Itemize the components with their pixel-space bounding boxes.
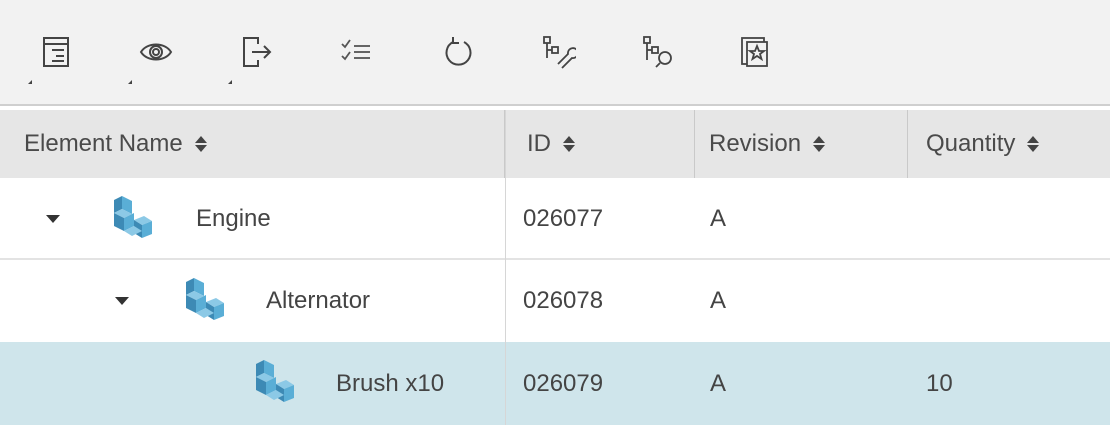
eye-icon <box>139 43 173 61</box>
element-name: Engine <box>196 205 271 232</box>
bookmark-button[interactable] <box>732 28 780 76</box>
column-header-label: Quantity <box>926 130 1016 157</box>
element-id: 026078 <box>523 287 604 314</box>
element-id: 026079 <box>523 369 604 397</box>
table-row[interactable]: Alternator 026078 A <box>0 260 1110 342</box>
sort-icon <box>563 136 575 152</box>
structure-tools-icon <box>543 36 576 69</box>
part-icon <box>256 360 294 402</box>
column-header-label: Revision <box>709 130 802 157</box>
expand-caret-icon[interactable] <box>46 215 60 223</box>
dropdown-corner-icon <box>228 80 232 84</box>
export-icon <box>243 37 272 67</box>
column-header-revision[interactable]: Revision <box>695 110 908 178</box>
column-header-label: Element Name <box>24 130 183 157</box>
element-revision: A <box>710 369 727 397</box>
column-divider <box>505 110 506 425</box>
export-button[interactable] <box>228 28 280 84</box>
structure-tools-button[interactable] <box>534 28 582 76</box>
tree-structure-icon <box>43 37 69 67</box>
sort-icon <box>194 136 207 152</box>
undo-icon <box>445 37 472 66</box>
part-icon <box>186 278 224 320</box>
column-header-element-name[interactable]: Element Name <box>0 110 505 178</box>
element-quantity: 10 <box>926 369 953 397</box>
sort-icon <box>813 136 826 152</box>
structure-search-button[interactable] <box>634 28 682 76</box>
dropdown-corner-icon <box>28 80 32 84</box>
column-header-quantity[interactable]: Quantity <box>908 110 1110 178</box>
element-name: Alternator <box>266 287 371 314</box>
visibility-button[interactable] <box>128 28 180 84</box>
undo-button[interactable] <box>434 28 482 76</box>
element-name: Brush x10 <box>336 369 445 397</box>
checklist-icon <box>341 39 370 61</box>
dropdown-corner-icon <box>128 80 132 84</box>
table-header: Element Name ID Revision Quantity <box>0 110 1110 178</box>
element-revision: A <box>710 205 727 232</box>
tree-structure-button[interactable] <box>28 28 80 84</box>
table-row[interactable]: Engine 026077 A <box>0 178 1110 260</box>
table-row[interactable]: Brush x10 026079 A 10 <box>0 342 1110 425</box>
bookmark-star-icon <box>741 37 768 67</box>
structure-search-icon <box>643 36 672 68</box>
part-icon <box>114 196 152 238</box>
toolbar <box>0 0 1110 106</box>
sort-icon <box>1027 136 1040 152</box>
column-header-label: ID <box>527 130 551 157</box>
element-revision: A <box>710 287 727 314</box>
expand-caret-icon[interactable] <box>115 297 129 305</box>
column-header-id[interactable]: ID <box>505 110 695 178</box>
element-id: 026077 <box>523 205 604 232</box>
checklist-button[interactable] <box>332 28 380 76</box>
